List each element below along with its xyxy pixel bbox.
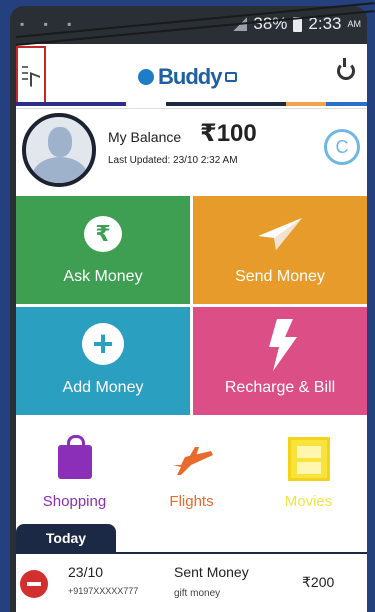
paper-plane-icon	[258, 218, 302, 250]
recharge-bill-label: Recharge & Bill	[224, 379, 336, 396]
transaction-date: 23/10	[68, 564, 104, 580]
category-flights[interactable]: Flights	[133, 417, 250, 517]
add-money-tile[interactable]: + Add Money	[16, 307, 190, 415]
recharge-bill-tile[interactable]: Recharge & Bill	[193, 307, 367, 415]
clock-ampm: AM	[347, 19, 362, 29]
balance-amount: ₹100	[200, 120, 257, 147]
ask-money-label: Ask Money	[63, 268, 143, 285]
rupee-chat-icon: ₹	[84, 216, 122, 252]
power-icon[interactable]	[337, 58, 355, 80]
ask-money-tile[interactable]: ₹ Ask Money	[16, 196, 190, 304]
send-money-label: Send Money	[235, 268, 325, 285]
top-bar: Buddy	[16, 44, 367, 104]
movies-label: Movies	[284, 493, 333, 510]
avatar[interactable]	[22, 113, 96, 187]
balance-label: My Balance	[108, 129, 182, 145]
bolt-icon	[269, 319, 297, 371]
tab-today[interactable]: Today	[16, 524, 116, 552]
transaction-note: gift money	[174, 588, 221, 599]
refresh-icon[interactable]: C	[324, 129, 360, 165]
app-screen: Buddy My Balance ₹100 Last Updated: 23/1…	[16, 44, 367, 612]
shopping-bag-icon	[58, 435, 92, 479]
transaction-row[interactable]: 23/10 +9197XXXXX777 Sent Money gift mone…	[16, 554, 367, 612]
app-logo: Buddy	[138, 64, 238, 90]
add-money-label: Add Money	[62, 379, 144, 396]
category-movies[interactable]: Movies	[250, 417, 367, 517]
cursor-icon	[30, 72, 40, 90]
logo-wallet-icon	[225, 72, 238, 82]
logo-text: Buddy	[158, 64, 222, 89]
battery-percent: 38%	[253, 14, 288, 33]
hamburger-menu-icon[interactable]	[22, 66, 28, 84]
debit-icon	[20, 570, 48, 598]
balance-card: My Balance ₹100 Last Updated: 23/10 2:32…	[16, 108, 367, 196]
phone-frame: ▪ ▪ ▪ 38% 2:33 AM Buddy My Balance ₹100 …	[10, 6, 367, 612]
balance-last-updated: Last Updated: 23/10 2:32 AM	[108, 155, 238, 166]
transaction-phone: +9197XXXXX777	[68, 586, 139, 596]
film-icon	[288, 437, 330, 481]
transaction-type: Sent Money	[174, 564, 249, 580]
send-money-tile[interactable]: Send Money	[193, 196, 367, 304]
shopping-label: Shopping	[42, 493, 107, 510]
category-row: Shopping Flights Movies	[16, 417, 367, 517]
logo-mark-icon	[138, 69, 154, 85]
category-shopping[interactable]: Shopping	[16, 417, 133, 517]
menu-highlight[interactable]	[16, 46, 46, 104]
status-bar: ▪ ▪ ▪ 38% 2:33 AM	[10, 6, 367, 44]
transaction-amount: ₹200	[302, 574, 335, 590]
plus-icon: +	[82, 323, 124, 365]
airplane-icon	[173, 447, 213, 475]
flights-label: Flights	[169, 493, 214, 510]
